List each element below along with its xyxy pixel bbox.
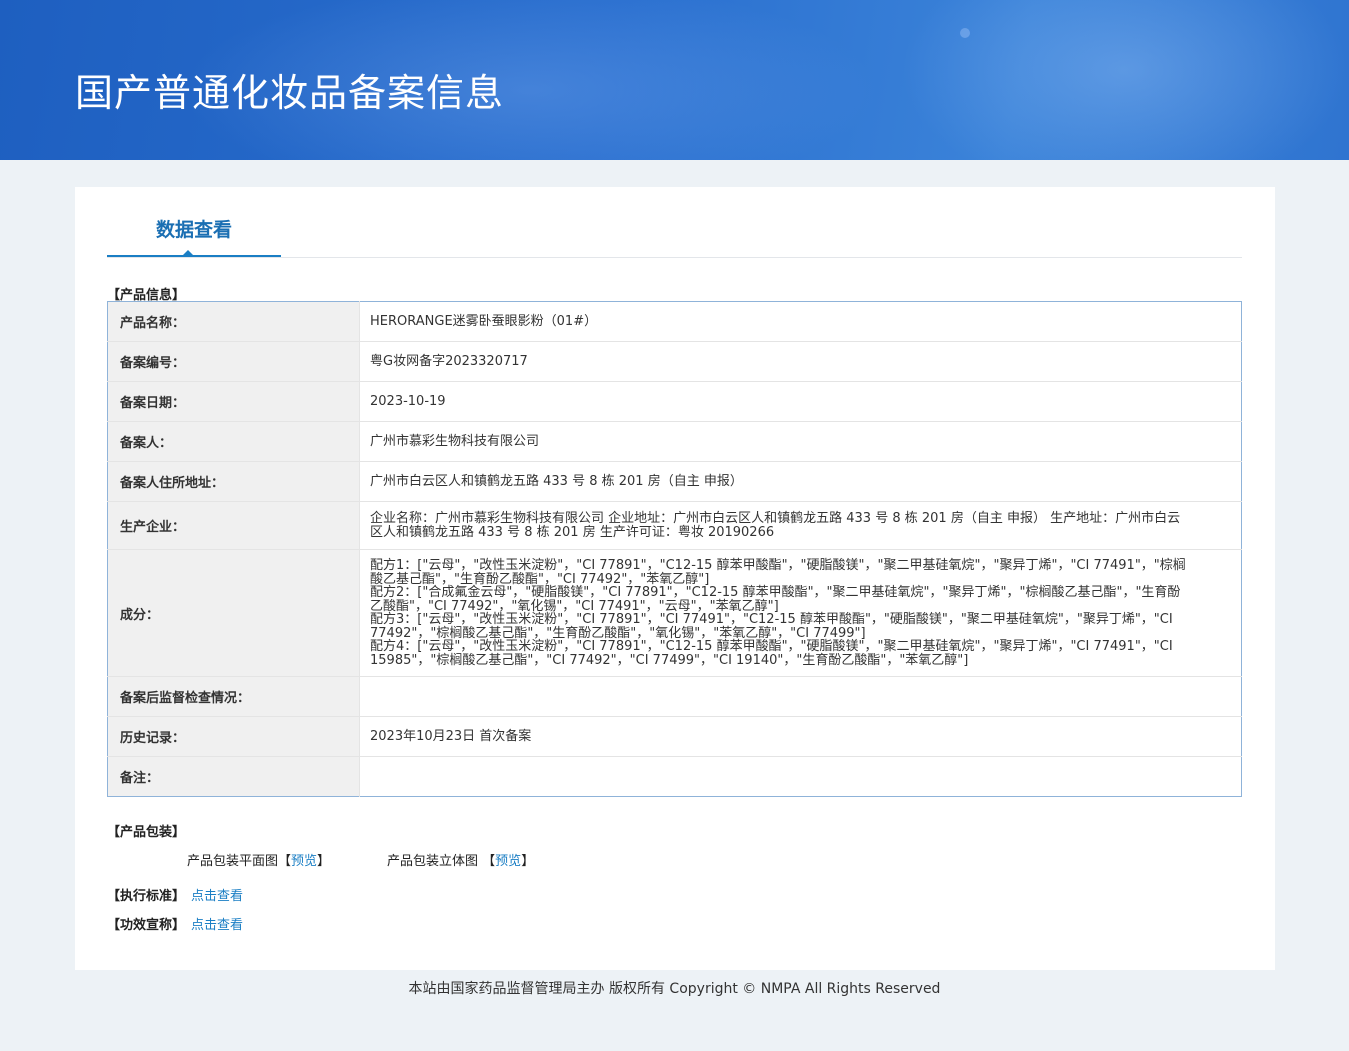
row-key: 历史记录： — [107, 716, 360, 757]
ingredients-value: 配方1：["云母"，"改性玉米淀粉"，"CI 77891"，"C12-15 醇苯… — [359, 549, 1242, 677]
row-key: 产品名称： — [107, 301, 360, 342]
banner-glow — [900, 0, 1349, 160]
row-value: 2023年10月23日 首次备案 — [359, 716, 1242, 757]
table-row: 备案人： 广州市慕彩生物科技有限公司 — [107, 421, 1242, 462]
row-key: 备案编号： — [107, 341, 360, 382]
package-solid-preview-link[interactable]: 预览 — [495, 854, 521, 869]
bracket: 】 — [317, 854, 331, 869]
standard-view-link[interactable]: 点击查看 — [191, 889, 243, 904]
standard-row: 【执行标准】 点击查看 — [107, 885, 243, 904]
formula-line: 配方1：["云母"，"改性玉米淀粉"，"CI 77891"，"C12-15 醇苯… — [370, 558, 1186, 587]
table-row: 生产企业： 企业名称：广州市慕彩生物科技有限公司 企业地址：广州市白云区人和镇鹤… — [107, 501, 1242, 550]
efficacy-view-link[interactable]: 点击查看 — [191, 918, 243, 933]
tab-bar: 数据查看 — [107, 187, 1242, 258]
row-value: HERORANGE迷雾卧蚕眼影粉（01#） — [359, 301, 1242, 342]
package-solid-item: 产品包装立体图 【预览】 — [387, 850, 534, 869]
row-key: 备案日期： — [107, 381, 360, 422]
row-value — [360, 757, 1242, 797]
banner-decoration — [960, 28, 970, 38]
row-value — [359, 676, 1242, 717]
page-title: 国产普通化妆品备案信息 — [75, 71, 505, 115]
bracket: 【 — [278, 854, 292, 869]
tab-data-view[interactable]: 数据查看 — [107, 187, 281, 257]
row-key: 成分： — [107, 549, 360, 677]
content-panel: 数据查看 【产品信息】 产品名称： HERORANGE迷雾卧蚕眼影粉（01#） … — [75, 187, 1275, 970]
table-row: 产品名称： HERORANGE迷雾卧蚕眼影粉（01#） — [107, 301, 1242, 342]
row-value: 2023-10-19 — [359, 381, 1242, 422]
table-row: 备案人住所地址： 广州市白云区人和镇鹤龙五路 433 号 8 栋 201 房（自… — [107, 461, 1242, 502]
efficacy-row: 【功效宣称】 点击查看 — [107, 914, 243, 933]
package-flat-preview-link[interactable]: 预览 — [291, 854, 317, 869]
package-flat-item: 产品包装平面图【预览】 — [187, 850, 330, 869]
row-value: 企业名称：广州市慕彩生物科技有限公司 企业地址：广州市白云区人和镇鹤龙五路 43… — [359, 501, 1242, 550]
section-title-efficacy: 【功效宣称】 — [107, 918, 186, 933]
table-row: 备注： — [107, 756, 1242, 797]
footer-copyright: 本站由国家药品监督管理局主办 版权所有 Copyright © NMPA All… — [408, 981, 941, 997]
row-value: 广州市慕彩生物科技有限公司 — [359, 421, 1242, 462]
header-banner: 国产普通化妆品备案信息 — [0, 0, 1349, 160]
row-key: 备案后监督检查情况： — [107, 676, 360, 717]
table-row: 历史记录： 2023年10月23日 首次备案 — [107, 716, 1242, 757]
formula-line: 配方4：["云母"，"改性玉米淀粉"，"CI 77891"，"C12-15 醇苯… — [370, 639, 1173, 668]
row-key: 备注： — [107, 756, 360, 797]
table-row: 成分： 配方1：["云母"，"改性玉米淀粉"，"CI 77891"，"C12-1… — [107, 549, 1242, 677]
row-value: 广州市白云区人和镇鹤龙五路 433 号 8 栋 201 房（自主 申报） — [359, 461, 1242, 502]
section-title-standard: 【执行标准】 — [107, 889, 186, 904]
bracket: 【 — [482, 854, 496, 869]
formula-line: 配方3：["云母"，"改性玉米淀粉"，"CI 77891"，"CI 77491"… — [370, 612, 1173, 641]
tab-label: 数据查看 — [155, 219, 232, 241]
table-row: 备案编号： 粤G妆网备字2023320717 — [107, 341, 1242, 382]
row-key: 生产企业： — [107, 501, 360, 550]
product-info-table: 产品名称： HERORANGE迷雾卧蚕眼影粉（01#） 备案编号： 粤G妆网备字… — [107, 301, 1242, 797]
package-flat-label: 产品包装平面图 — [187, 854, 279, 869]
tab-active-indicator — [183, 250, 193, 255]
row-key: 备案人： — [107, 421, 360, 462]
table-row: 备案后监督检查情况： — [107, 676, 1242, 717]
bracket: 】 — [521, 854, 535, 869]
table-row: 备案日期： 2023-10-19 — [107, 381, 1242, 422]
formula-line: 配方2：["合成氟金云母"，"硬脂酸镁"，"CI 77891"，"C12-15 … — [370, 585, 1181, 614]
package-solid-label: 产品包装立体图 — [387, 854, 479, 869]
row-key: 备案人住所地址： — [107, 461, 360, 502]
section-title-packaging: 【产品包装】 — [107, 825, 186, 840]
row-value: 粤G妆网备字2023320717 — [359, 341, 1242, 382]
